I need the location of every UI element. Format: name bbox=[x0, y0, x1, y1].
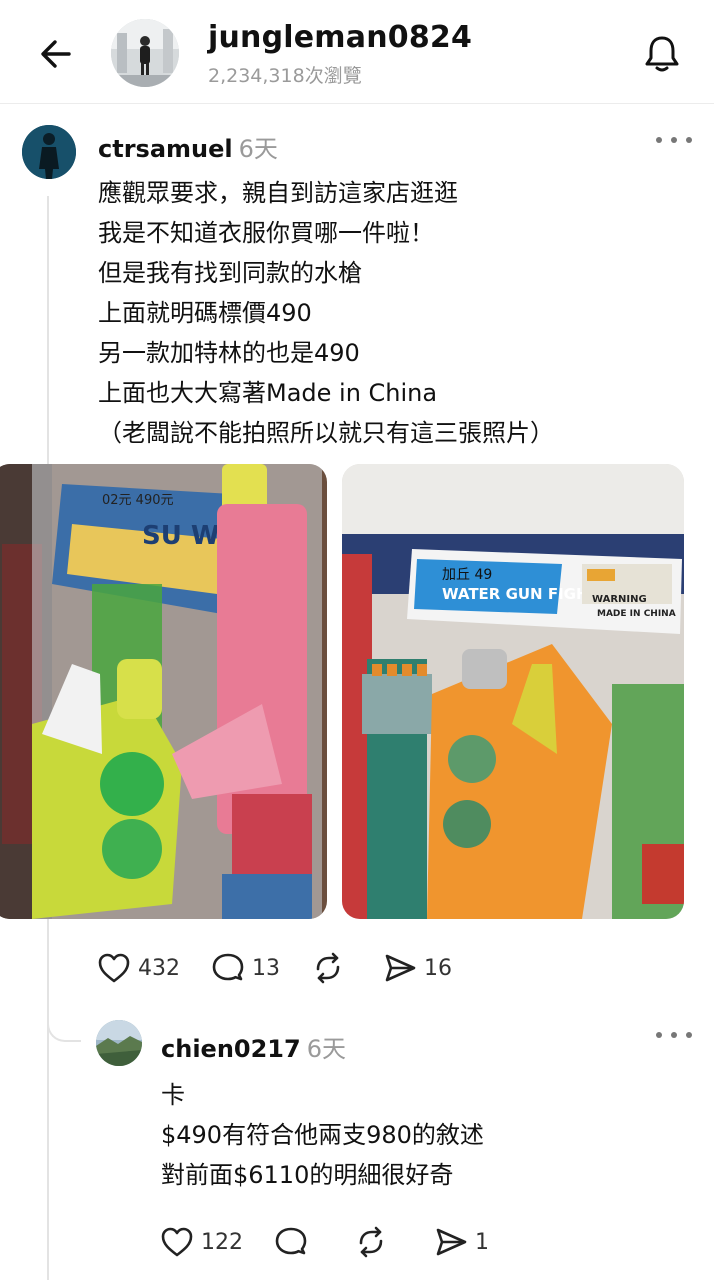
photo2-warning: WARNING bbox=[592, 594, 647, 605]
reply-line: $490有符合他兩支980的敘述 bbox=[161, 1121, 484, 1149]
bell-icon bbox=[645, 36, 679, 72]
reply-line: 卡 bbox=[161, 1081, 185, 1109]
like-button[interactable]: 432 bbox=[96, 950, 180, 986]
post-line: （老闆說不能拍照所以就只有這三張照片） bbox=[98, 419, 554, 447]
repost-icon bbox=[359, 1226, 383, 1258]
reply-share-count: 1 bbox=[475, 1229, 489, 1255]
comment-icon bbox=[212, 953, 244, 981]
post-line: 上面也大大寫著Made in China bbox=[98, 379, 438, 407]
send-icon bbox=[436, 1228, 467, 1256]
reply-time: 6天 bbox=[306, 1035, 346, 1063]
thread-connector bbox=[47, 1010, 81, 1042]
post-username[interactable]: ctrsamuel bbox=[98, 135, 233, 163]
photo2-price-note: 加丘 49 bbox=[442, 567, 492, 583]
reply-share-button[interactable]: 1 bbox=[433, 1224, 489, 1260]
post-author[interactable]: ctrsamuel 6天 bbox=[98, 129, 278, 164]
more-horizontal-icon bbox=[656, 1032, 662, 1038]
post-more-button[interactable] bbox=[656, 130, 692, 150]
photo1-price-note: 02元 490元 bbox=[102, 493, 174, 508]
profile-avatar[interactable] bbox=[111, 19, 179, 87]
post-line: 上面就明碼標價490 bbox=[98, 299, 312, 327]
reply-comment-button[interactable] bbox=[273, 1224, 315, 1260]
comment-button[interactable]: 13 bbox=[210, 950, 280, 986]
back-button[interactable] bbox=[36, 34, 76, 74]
post-line: 另一款加特林的也是490 bbox=[98, 339, 360, 367]
top-bar: jungleman0824 2,234,318次瀏覽 bbox=[0, 0, 714, 104]
post-actions: 432 13 16 bbox=[96, 950, 482, 986]
share-button[interactable]: 16 bbox=[382, 950, 452, 986]
post-line: 但是我有找到同款的水槍 bbox=[98, 259, 362, 287]
view-count: 2,234,318次瀏覽 bbox=[208, 65, 362, 87]
more-horizontal-icon bbox=[656, 137, 662, 143]
share-count: 16 bbox=[424, 955, 452, 981]
repost-button[interactable] bbox=[310, 950, 352, 986]
post-line: 應觀眾要求，親自到訪這家店逛逛 bbox=[98, 179, 458, 207]
post-body: 應觀眾要求，親自到訪這家店逛逛 我是不知道衣服你買哪一件啦！ 但是我有找到同款的… bbox=[98, 173, 698, 453]
send-icon bbox=[385, 954, 416, 982]
reply-actions: 122 1 bbox=[159, 1224, 519, 1260]
post-time: 6天 bbox=[238, 135, 278, 163]
photo2-made-in: MADE IN CHINA bbox=[597, 609, 676, 619]
reply-body: 卡 $490有符合他兩支980的敘述 對前面$6110的明細很好奇 bbox=[161, 1075, 701, 1195]
post-photo-2[interactable]: 加丘 49 WATER GUN FIGHTER WARNING MADE IN … bbox=[342, 464, 684, 919]
post-author-avatar[interactable] bbox=[22, 125, 76, 179]
reply-like-button[interactable]: 122 bbox=[159, 1224, 243, 1260]
arrow-left-icon bbox=[41, 40, 71, 68]
reply-more-button[interactable] bbox=[656, 1025, 692, 1045]
reply-repost-button[interactable] bbox=[353, 1224, 395, 1260]
reply-username[interactable]: chien0217 bbox=[161, 1035, 301, 1063]
comment-icon bbox=[275, 1227, 307, 1255]
page-title: jungleman0824 bbox=[208, 20, 473, 55]
like-count: 432 bbox=[138, 955, 180, 981]
reply-author[interactable]: chien0217 6天 bbox=[161, 1029, 346, 1064]
repost-icon bbox=[316, 952, 340, 984]
reply-author-avatar[interactable] bbox=[96, 1020, 142, 1066]
heart-icon bbox=[98, 953, 130, 983]
notification-button[interactable] bbox=[638, 29, 686, 77]
reply-like-count: 122 bbox=[201, 1229, 243, 1255]
post-line: 我是不知道衣服你買哪一件啦！ bbox=[98, 219, 434, 247]
heart-icon bbox=[161, 1227, 193, 1257]
post-photo-1[interactable]: SU WAT 02元 490元 bbox=[0, 464, 327, 919]
comment-count: 13 bbox=[252, 955, 280, 981]
reply-line: 對前面$6110的明細很好奇 bbox=[161, 1161, 454, 1189]
